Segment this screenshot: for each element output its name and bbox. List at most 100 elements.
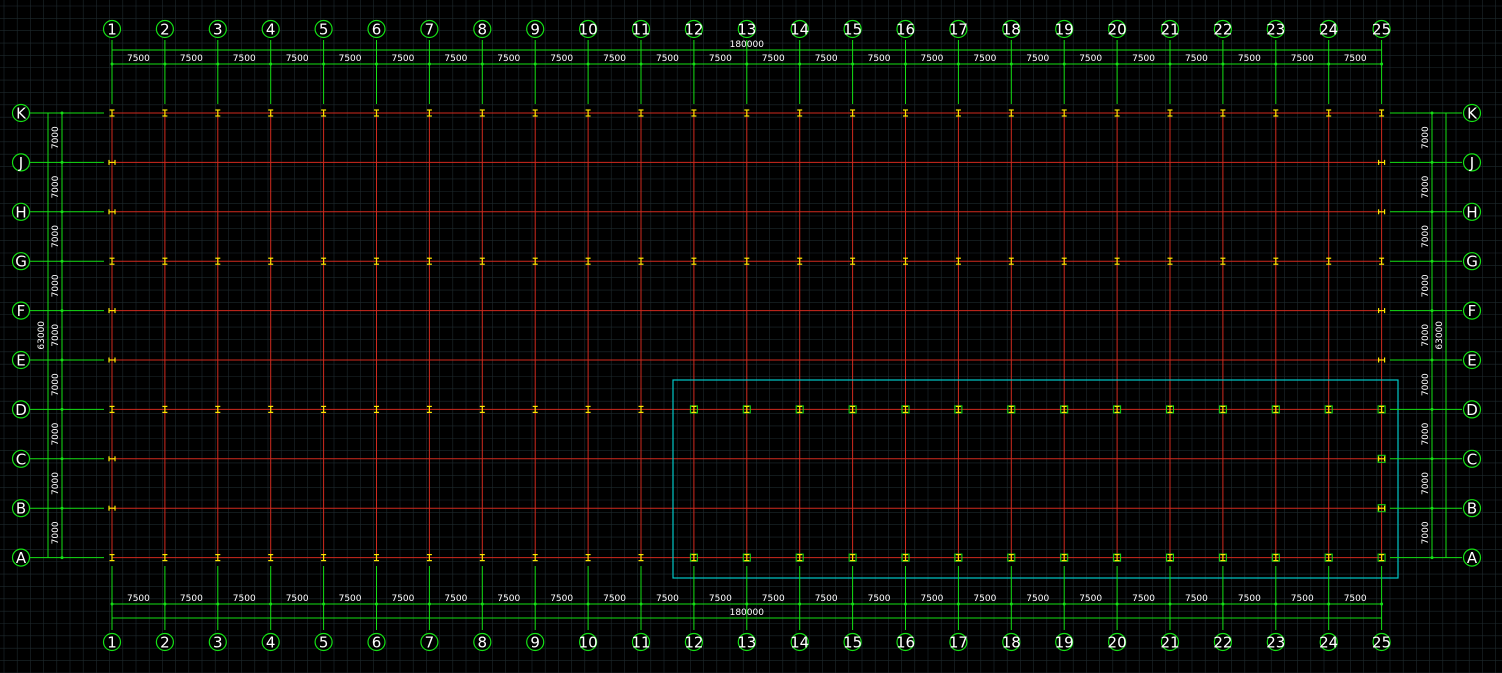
cad-drawing-canvas[interactable]: 1800001800007500750075007500750075007500… (0, 0, 1502, 673)
dim-bay-bottom: 7500 (339, 594, 362, 604)
column-bubble-bottom-22-label: 22 (1213, 634, 1232, 652)
dim-bay-bottom: 7500 (1079, 594, 1102, 604)
dim-tick (1430, 259, 1434, 263)
column-bubble-bottom-9-label: 9 (530, 634, 540, 652)
dim-tick (60, 407, 64, 411)
dim-bay-right: 7000 (1421, 373, 1431, 396)
column-bubble-bottom-10-label: 10 (579, 634, 598, 652)
column-bubble-bottom-6-label: 6 (372, 634, 382, 652)
dim-tick (745, 602, 749, 606)
dim-tick (1274, 62, 1278, 66)
dim-bay-top: 7500 (1291, 54, 1314, 64)
dim-tick (322, 602, 326, 606)
dim-bay-top: 7500 (709, 54, 732, 64)
dim-tick (1062, 602, 1066, 606)
dim-tick (692, 602, 696, 606)
dim-bay-bottom: 7500 (973, 594, 996, 604)
dim-tick (216, 62, 220, 66)
dim-bay-bottom: 7500 (286, 594, 309, 604)
dim-tick (692, 62, 696, 66)
column-bubble-bottom-13-label: 13 (737, 634, 756, 652)
dim-tick (533, 602, 537, 606)
dim-tick (1115, 602, 1119, 606)
dim-bay-right: 7000 (1421, 472, 1431, 495)
dim-tick (60, 309, 64, 313)
dim-bay-right: 7000 (1421, 422, 1431, 445)
column-bubble-bottom-21-label: 21 (1160, 634, 1179, 652)
dim-total-right: 63000 (1435, 321, 1445, 350)
column-bubble-top-15-label: 15 (843, 21, 862, 39)
dim-tick (798, 62, 802, 66)
dim-bay-top: 7500 (973, 54, 996, 64)
dim-bay-left: 7000 (51, 521, 61, 544)
dim-bay-bottom: 7500 (391, 594, 414, 604)
dim-bay-bottom: 7500 (127, 594, 150, 604)
dim-tick (1168, 602, 1172, 606)
row-bubble-right-J-label: J (1469, 154, 1474, 172)
dim-tick (904, 602, 907, 606)
row-bubble-right-D-label: D (1466, 401, 1478, 419)
column-bubble-top-5-label: 5 (319, 21, 329, 39)
dim-bay-right: 7000 (1421, 324, 1431, 347)
dim-bay-left: 7000 (51, 175, 61, 198)
column-bubble-top-18-label: 18 (1002, 21, 1021, 39)
dim-tick (639, 602, 643, 606)
dim-bay-top: 7500 (180, 54, 203, 64)
dim-tick (60, 160, 64, 164)
dim-bay-top: 7500 (1079, 54, 1102, 64)
dim-tick (1430, 407, 1434, 411)
dim-bay-bottom: 7500 (497, 594, 520, 604)
column-bubble-top-16-label: 16 (896, 21, 915, 39)
row-bubble-left-J-label: J (18, 154, 23, 172)
dim-bay-top: 7500 (920, 54, 943, 64)
dim-tick (110, 62, 114, 66)
column-bubble-bottom-14-label: 14 (790, 634, 809, 652)
dim-tick (798, 602, 802, 606)
dim-tick (956, 602, 960, 606)
dim-bay-bottom: 7500 (550, 594, 573, 604)
column-bubble-top-21-label: 21 (1160, 21, 1179, 39)
dim-tick (1221, 62, 1225, 66)
dim-bay-top: 7500 (1185, 54, 1208, 64)
row-bubble-left-D-label: D (15, 401, 27, 419)
column-bubble-bottom-5-label: 5 (319, 634, 329, 652)
dim-bay-top: 7500 (815, 54, 838, 64)
row-bubble-right-E-label: E (1467, 352, 1476, 370)
dim-tick (60, 506, 64, 510)
dim-tick (1221, 602, 1225, 606)
column-bubble-top-24-label: 24 (1319, 21, 1338, 39)
dim-bay-top: 7500 (497, 54, 520, 64)
column-bubble-top-14-label: 14 (790, 21, 809, 39)
column-bubble-bottom-25-label: 25 (1372, 634, 1391, 652)
dim-bay-right: 7000 (1421, 126, 1431, 149)
row-bubble-left-H-label: H (15, 203, 26, 221)
dim-bay-top: 7500 (1026, 54, 1049, 64)
column-bubble-top-17-label: 17 (949, 21, 968, 39)
column-bubble-top-25-label: 25 (1372, 21, 1391, 39)
column-bubble-top-1-label: 1 (107, 21, 117, 39)
column-bubble-bottom-7-label: 7 (425, 634, 435, 652)
dim-tick (480, 602, 484, 606)
dim-tick (1009, 602, 1013, 606)
dim-bay-left: 7000 (51, 422, 61, 445)
dim-bay-top: 7500 (127, 54, 150, 64)
column-bubble-bottom-3-label: 3 (213, 634, 223, 652)
dim-tick (1168, 62, 1172, 66)
column-bubble-bottom-20-label: 20 (1108, 634, 1127, 652)
row-bubble-left-A-label: A (16, 549, 27, 567)
dim-tick (216, 602, 220, 606)
dim-tick (60, 210, 64, 214)
column-bubble-top-20-label: 20 (1108, 21, 1127, 39)
dim-tick (322, 62, 326, 66)
dim-tick (110, 602, 114, 606)
column-bubble-top-13-label: 13 (737, 21, 756, 39)
dim-bay-left: 7000 (51, 472, 61, 495)
dim-bay-bottom: 7500 (815, 594, 838, 604)
dim-bay-left: 7000 (51, 324, 61, 347)
dim-tick (1380, 62, 1384, 66)
dim-bay-bottom: 7500 (603, 594, 626, 604)
column-bubble-top-12-label: 12 (684, 21, 703, 39)
dim-tick (639, 62, 643, 66)
dim-tick (427, 602, 431, 606)
dim-tick (1430, 506, 1434, 510)
